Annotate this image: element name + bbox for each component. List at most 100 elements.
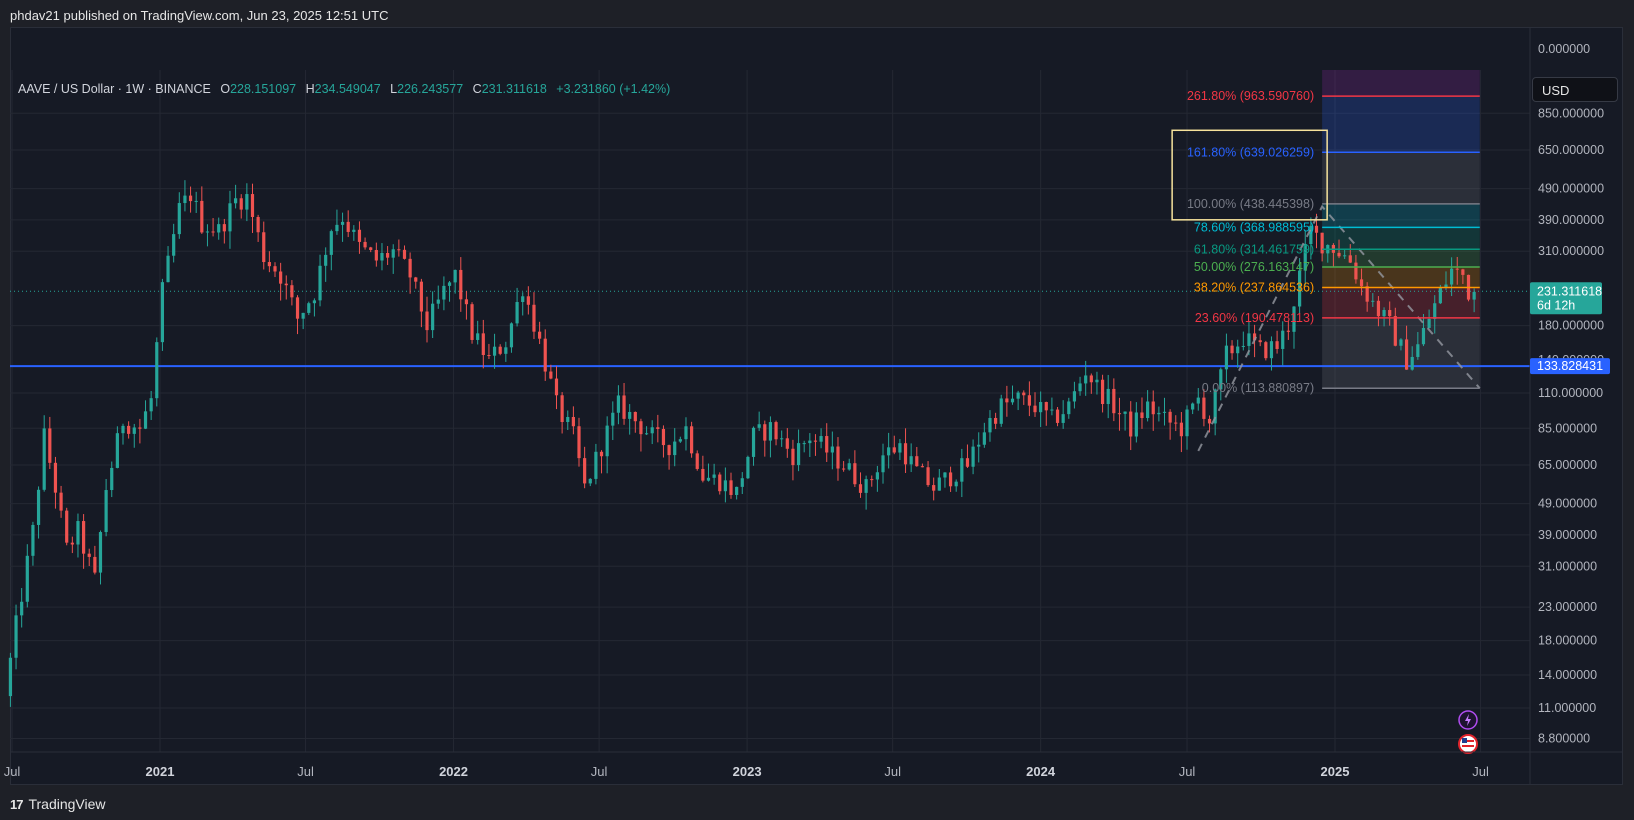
candle-body bbox=[667, 445, 671, 456]
candle-down bbox=[470, 302, 474, 344]
candle-down bbox=[948, 466, 953, 492]
price-tick-label: 65.000000 bbox=[1538, 458, 1597, 472]
candle-body bbox=[1269, 341, 1274, 359]
horizontal-line bbox=[10, 290, 1530, 368]
candle-body bbox=[346, 221, 350, 232]
candle-down bbox=[459, 257, 463, 312]
candle-body bbox=[735, 486, 739, 495]
candle-body bbox=[1359, 279, 1364, 287]
candle-up bbox=[943, 472, 947, 488]
candle-down bbox=[87, 548, 91, 567]
symbol-label[interactable]: AAVE / US Dollar · 1W · BINANCE bbox=[18, 82, 211, 96]
candle-body bbox=[408, 258, 412, 278]
fib-zone bbox=[1322, 287, 1480, 318]
candle-down bbox=[858, 472, 863, 498]
price-chart[interactable]: 261.80% (963.590760) 161.80% (639.026259)… bbox=[0, 0, 1634, 788]
candle-body bbox=[177, 203, 181, 235]
candle-body bbox=[188, 195, 193, 202]
candle-up bbox=[678, 436, 682, 443]
last-price-tag: 231.3116186d 12h bbox=[1530, 282, 1602, 315]
candle-body bbox=[42, 428, 46, 490]
candle-body bbox=[661, 428, 666, 446]
candle-body bbox=[1427, 318, 1431, 328]
candle-body bbox=[706, 477, 711, 481]
candle-up bbox=[149, 390, 153, 420]
us-flag-icon-stripe bbox=[1462, 745, 1474, 747]
candle-body bbox=[1365, 286, 1369, 302]
candle-up bbox=[723, 467, 727, 503]
fib-level-label: 23.60% (190.478113) bbox=[1195, 311, 1314, 325]
candle-up bbox=[1281, 321, 1285, 366]
candle-body bbox=[1157, 412, 1161, 415]
candle-body bbox=[1067, 401, 1071, 415]
candle-down bbox=[870, 475, 874, 487]
candle-up bbox=[318, 254, 322, 307]
candle-up bbox=[780, 430, 784, 447]
candle-up bbox=[160, 278, 165, 351]
fib-level-label: 100.00% (438.445398) bbox=[1187, 197, 1314, 211]
candle-down bbox=[836, 437, 840, 481]
candle-body bbox=[1106, 388, 1110, 405]
candle-body bbox=[93, 556, 97, 573]
candle-up bbox=[1095, 371, 1099, 395]
candle-body bbox=[290, 285, 294, 298]
candle-body bbox=[842, 468, 846, 470]
candle-down bbox=[915, 446, 919, 467]
candle-up bbox=[504, 341, 508, 362]
lightning-icon[interactable] bbox=[1458, 710, 1478, 730]
candle-body bbox=[1010, 398, 1015, 403]
candle-down bbox=[543, 329, 547, 381]
candle-up bbox=[650, 420, 654, 445]
candle-body bbox=[577, 426, 581, 459]
tradingview-logo[interactable]: 17 TradingView bbox=[10, 796, 106, 812]
candle-body bbox=[194, 200, 198, 202]
candle-body bbox=[554, 378, 559, 396]
candle-body bbox=[1236, 346, 1240, 354]
candle-up bbox=[217, 217, 221, 240]
candle-up bbox=[20, 587, 24, 628]
candle-up bbox=[1106, 374, 1110, 419]
candle-down bbox=[701, 455, 705, 483]
candle-down bbox=[188, 186, 193, 213]
candle-up bbox=[808, 433, 812, 458]
candle-body bbox=[1084, 375, 1088, 384]
candle-up bbox=[172, 223, 176, 263]
candle-up bbox=[329, 229, 333, 271]
candle-body bbox=[1472, 291, 1476, 300]
candle-down bbox=[262, 221, 266, 270]
fib-zone bbox=[1322, 249, 1480, 268]
candle-body bbox=[459, 269, 463, 300]
price-tick-label: 85.000000 bbox=[1538, 421, 1597, 435]
candle-down bbox=[357, 221, 362, 254]
candle-body bbox=[65, 510, 69, 543]
candle-body bbox=[785, 438, 789, 449]
currency-button[interactable]: USD bbox=[1532, 77, 1618, 102]
candle-down bbox=[414, 276, 418, 289]
candle-body bbox=[115, 433, 119, 468]
candle-body bbox=[954, 481, 958, 487]
candle-down bbox=[994, 412, 998, 430]
candle-body bbox=[690, 426, 694, 454]
candle-up bbox=[746, 455, 750, 479]
candle-body bbox=[149, 398, 153, 412]
candle-body bbox=[1179, 422, 1183, 437]
time-axis: Jul 2021 Jul 2022 Jul 2023 Jul 2024 Jul 2025 Jul bbox=[4, 751, 1623, 779]
candle-down bbox=[239, 194, 243, 219]
candle-down bbox=[425, 296, 429, 343]
candle-down bbox=[419, 278, 423, 328]
candle-body bbox=[611, 412, 615, 426]
us-flag-icon[interactable] bbox=[1458, 734, 1478, 754]
date-tick-label: Jul bbox=[4, 764, 21, 779]
candle-body bbox=[1196, 397, 1200, 404]
candle-body bbox=[943, 472, 947, 478]
candle-up bbox=[324, 247, 328, 282]
candle-body bbox=[59, 492, 63, 511]
candle-body bbox=[464, 299, 469, 305]
candle-body bbox=[999, 398, 1003, 424]
chart-grid bbox=[10, 70, 1530, 752]
candle-body bbox=[515, 302, 519, 324]
candle-body bbox=[447, 282, 452, 286]
date-tick-label: Jul bbox=[884, 764, 901, 779]
candle-body bbox=[1044, 402, 1048, 411]
candle-up bbox=[1016, 390, 1020, 411]
